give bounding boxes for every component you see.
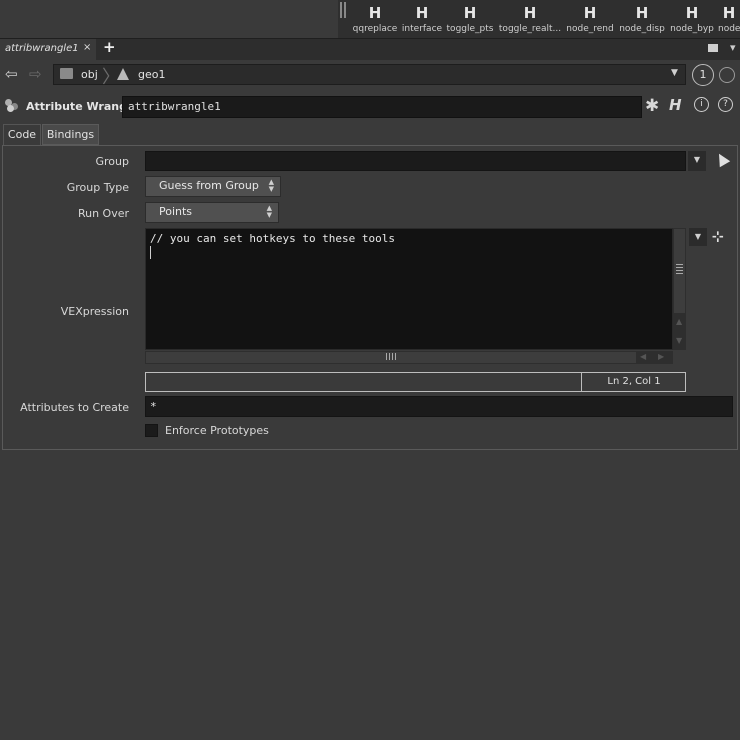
obj-network-icon bbox=[60, 68, 73, 79]
tab-bindings[interactable]: Bindings bbox=[42, 124, 99, 145]
back-arrow-icon[interactable]: ⇦ bbox=[5, 65, 18, 83]
shelf-tool-label: node bbox=[718, 24, 740, 34]
group-type-value: Guess from Group bbox=[159, 179, 259, 192]
houdini-h-icon: H bbox=[722, 4, 736, 22]
houdini-h-icon: H bbox=[368, 4, 382, 22]
path-segment-geo1[interactable]: geo1 bbox=[138, 68, 165, 81]
shelf-tool-node-byp[interactable]: H node_byp bbox=[669, 4, 715, 36]
vex-code-editor[interactable]: // you can set hotkeys to these tools bbox=[145, 228, 673, 350]
shelf-tool-label: toggle_pts bbox=[446, 24, 494, 34]
houdini-h-icon: H bbox=[685, 4, 699, 22]
pin-button[interactable]: 1 bbox=[692, 64, 714, 86]
group-label: Group bbox=[95, 155, 130, 168]
shelf-tool-label: node_disp bbox=[619, 24, 665, 34]
path-segment-obj[interactable]: obj bbox=[81, 68, 98, 81]
shelf-empty-area bbox=[0, 0, 338, 38]
maximize-pane-icon[interactable] bbox=[708, 44, 718, 52]
wrangle-node-icon[interactable] bbox=[5, 98, 21, 112]
shelf-tool-node[interactable]: H node bbox=[718, 4, 740, 36]
shelf-tool-label: qqreplace bbox=[352, 24, 398, 34]
run-over-menu[interactable]: Points ▲ ▼ bbox=[145, 202, 279, 223]
shelf-tool-node-disp[interactable]: H node_disp bbox=[618, 4, 666, 36]
shelf-tool-toggle-realtime[interactable]: H toggle_realt... bbox=[498, 4, 562, 36]
scroll-down-icon[interactable]: ▼ bbox=[676, 336, 682, 345]
houdini-help-icon[interactable]: H bbox=[669, 96, 682, 114]
shelf-tool-interface[interactable]: H interface bbox=[401, 4, 443, 36]
close-icon[interactable]: × bbox=[83, 42, 91, 53]
chevron-down-icon[interactable]: ▼ bbox=[671, 68, 678, 78]
tab-code[interactable]: Code bbox=[3, 124, 41, 145]
group-input[interactable] bbox=[145, 151, 686, 171]
attributes-to-create-input[interactable]: * bbox=[145, 396, 733, 417]
gear-icon[interactable]: ✱ bbox=[645, 96, 659, 116]
cursor-position-status: Ln 2, Col 1 bbox=[607, 376, 661, 387]
scroll-grip-icon bbox=[676, 264, 683, 276]
scroll-up-icon[interactable]: ▲ bbox=[676, 317, 682, 326]
forward-arrow-icon[interactable]: ⇨ bbox=[29, 65, 42, 83]
houdini-h-icon: H bbox=[523, 4, 537, 22]
path-separator-icon: 〉 bbox=[102, 67, 120, 88]
run-over-label: Run Over bbox=[77, 207, 129, 220]
shelf-tool-label: node_rend bbox=[566, 24, 614, 34]
up-down-arrow-icon: ▲ ▼ bbox=[268, 178, 274, 193]
help-icon[interactable]: ? bbox=[718, 97, 733, 112]
attributes-to-create-label: Attributes to Create bbox=[20, 401, 129, 414]
pane-menu-icon[interactable]: ▾ bbox=[730, 41, 736, 54]
vex-code-line: // you can set hotkeys to these tools bbox=[150, 232, 396, 245]
enforce-prototypes-label: Enforce Prototypes bbox=[165, 424, 269, 437]
houdini-h-icon: H bbox=[635, 4, 649, 22]
scroll-left-icon[interactable]: ◀ bbox=[640, 352, 646, 361]
shelf-tool-node-rend[interactable]: H node_rend bbox=[566, 4, 614, 36]
link-icon[interactable] bbox=[719, 67, 735, 83]
text-cursor bbox=[150, 246, 151, 259]
houdini-h-icon: H bbox=[583, 4, 597, 22]
create-spare-params-icon[interactable]: ⊹ bbox=[712, 229, 724, 245]
vexpression-label: VEXpression bbox=[60, 305, 129, 318]
run-over-value: Points bbox=[159, 205, 193, 218]
shelf-tool-label: interface bbox=[401, 24, 443, 34]
pane-tab-label: attribwrangle1 bbox=[5, 43, 79, 54]
shelf-tool-qqreplace[interactable]: H qqreplace bbox=[352, 4, 398, 36]
snippet-dropdown-button[interactable]: ▼ bbox=[689, 228, 707, 246]
up-down-arrow-icon: ▲ ▼ bbox=[266, 204, 272, 219]
group-type-menu[interactable]: Guess from Group ▲ ▼ bbox=[145, 176, 281, 197]
scroll-grip-icon bbox=[386, 353, 398, 360]
info-icon[interactable]: i bbox=[694, 97, 709, 112]
houdini-h-icon: H bbox=[463, 4, 477, 22]
shelf-grip-handle[interactable] bbox=[340, 2, 348, 20]
group-dropdown-button[interactable]: ▼ bbox=[688, 151, 706, 171]
houdini-h-icon: H bbox=[415, 4, 429, 22]
node-name-field[interactable]: attribwrangle1 bbox=[122, 96, 642, 118]
add-tab-icon[interactable]: + bbox=[103, 38, 116, 56]
enforce-prototypes-checkbox[interactable] bbox=[145, 424, 158, 437]
shelf-tool-toggle-pts[interactable]: H toggle_pts bbox=[446, 4, 494, 36]
shelf-tool-label: toggle_realt... bbox=[498, 24, 562, 34]
scroll-right-icon[interactable]: ▶ bbox=[658, 352, 664, 361]
group-type-label: Group Type bbox=[66, 181, 129, 194]
shelf-tool-label: node_byp bbox=[670, 24, 714, 34]
